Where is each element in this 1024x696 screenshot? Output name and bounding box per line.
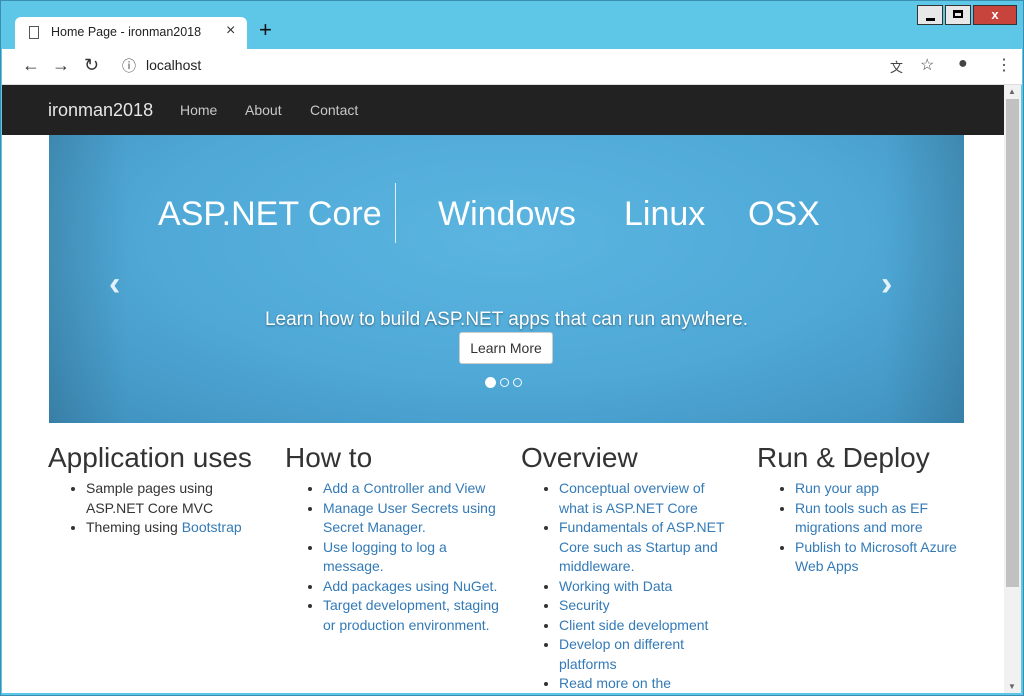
account-icon[interactable]: ●	[958, 55, 968, 73]
column-title: Overview	[521, 442, 638, 473]
platform-osx: OSX	[748, 195, 820, 233]
hero-carousel: ASP.NET Core Windows Linux OSX ‹ › Learn…	[49, 135, 964, 423]
list-item: Sample pages using ASP.NET Core MVC	[86, 479, 262, 518]
address-bar[interactable]: ⓘ localhost	[110, 53, 950, 79]
link-publish-azure[interactable]: Publish to Microsoft Azure Web Apps	[795, 539, 957, 575]
hero-headline: ASP.NET Core	[158, 195, 382, 233]
page-viewport: ironman2018 Home About Contact ASP.NET C…	[2, 85, 1004, 693]
scroll-down-icon[interactable]: ▼	[1008, 682, 1016, 691]
star-icon[interactable]: ☆	[920, 55, 934, 75]
list-item: Working with Data	[559, 577, 735, 597]
bootstrap-link[interactable]: Bootstrap	[182, 519, 242, 535]
column-how-to: How to Add a Controller and View Manage …	[285, 441, 499, 635]
indicator-2[interactable]	[500, 378, 509, 387]
list-item: Add packages using NuGet.	[323, 577, 499, 597]
column-overview: Overview Conceptual overview of what is …	[521, 441, 735, 693]
tab-title: Home Page - ironman2018	[51, 25, 202, 39]
new-tab-button[interactable]: +	[259, 19, 272, 41]
indicator-1[interactable]	[485, 377, 496, 388]
link-logging[interactable]: Use logging to log a message.	[323, 539, 447, 575]
forward-icon[interactable]: →	[52, 54, 70, 76]
carousel-indicators	[485, 377, 522, 388]
link-client-side[interactable]: Client side development	[559, 617, 708, 633]
back-icon[interactable]: ←	[22, 54, 40, 76]
column-title: Application uses	[48, 442, 252, 473]
list-item: Read more on the	[559, 674, 735, 693]
translate-icon[interactable]: 文	[890, 57, 903, 76]
list-item: Client side development	[559, 616, 735, 636]
carousel-prev-icon[interactable]: ‹	[109, 265, 120, 304]
carousel-edge-right	[884, 135, 964, 423]
link-user-secrets[interactable]: Manage User Secrets using Secret Manager…	[323, 500, 496, 536]
carousel-next-icon[interactable]: ›	[881, 265, 892, 304]
link-conceptual-overview[interactable]: Conceptual overview of what is ASP.NET C…	[559, 480, 705, 516]
scroll-up-icon[interactable]: ▲	[1008, 87, 1016, 96]
scrollbar-thumb[interactable]	[1006, 99, 1019, 587]
link-fundamentals[interactable]: Fundamentals of ASP.NET Core such as Sta…	[559, 519, 724, 574]
link-nuget[interactable]: Add packages using NuGet.	[323, 578, 497, 594]
learn-more-button[interactable]: Learn More	[459, 332, 553, 364]
list-item: Security	[559, 596, 735, 616]
indicator-3[interactable]	[513, 378, 522, 387]
column-list: Add a Controller and View Manage User Se…	[285, 479, 499, 635]
list-item: Manage User Secrets using Secret Manager…	[323, 499, 499, 538]
info-icon[interactable]: ⓘ	[122, 56, 136, 76]
link-security[interactable]: Security	[559, 597, 610, 613]
column-list: Sample pages using ASP.NET Core MVC Them…	[48, 479, 262, 538]
link-run-app[interactable]: Run your app	[795, 480, 879, 496]
brand-link[interactable]: ironman2018	[48, 100, 153, 121]
column-run-deploy: Run & Deploy Run your app Run tools such…	[757, 441, 971, 577]
browser-toolbar: ← → ↻ ⓘ localhost 文 ☆ ● ⋮	[2, 49, 1022, 85]
column-list: Conceptual overview of what is ASP.NET C…	[521, 479, 735, 693]
browser-window: x Home Page - ironman2018 × + ← → ↻ ⓘ lo…	[0, 0, 1024, 696]
platform-linux: Linux	[624, 195, 706, 233]
platform-windows: Windows	[438, 195, 576, 233]
link-environments[interactable]: Target development, staging or productio…	[323, 597, 499, 633]
column-title: How to	[285, 442, 373, 473]
column-title: Run & Deploy	[757, 442, 930, 473]
page-icon	[29, 26, 39, 39]
link-read-more[interactable]: Read more on the	[559, 675, 671, 691]
site-navbar: ironman2018 Home About Contact	[2, 85, 1004, 135]
list-item: Target development, staging or productio…	[323, 596, 499, 635]
nav-home[interactable]: Home	[180, 102, 217, 118]
list-item: Publish to Microsoft Azure Web Apps	[795, 538, 971, 577]
column-list: Run your app Run tools such as EF migrat…	[757, 479, 971, 577]
list-item: Add a Controller and View	[323, 479, 499, 499]
link-platforms[interactable]: Develop on different platforms	[559, 636, 684, 672]
link-add-controller[interactable]: Add a Controller and View	[323, 480, 485, 496]
list-item: Run your app	[795, 479, 971, 499]
maximize-button[interactable]	[945, 5, 971, 25]
column-application-uses: Application uses Sample pages using ASP.…	[48, 441, 262, 538]
hero-divider	[395, 183, 396, 243]
tab-close-icon[interactable]: ×	[226, 22, 235, 40]
url-text: localhost	[146, 57, 202, 73]
list-item: Conceptual overview of what is ASP.NET C…	[559, 479, 735, 518]
list-item: Fundamentals of ASP.NET Core such as Sta…	[559, 518, 735, 577]
list-item: Theming using Bootstrap	[86, 518, 262, 538]
nav-contact[interactable]: Contact	[310, 102, 358, 118]
list-item: Run tools such as EF migrations and more	[795, 499, 971, 538]
reload-icon[interactable]: ↻	[84, 54, 99, 76]
vertical-scrollbar[interactable]: ▲ ▼	[1004, 85, 1021, 693]
list-item: Use logging to log a message.	[323, 538, 499, 577]
nav-about[interactable]: About	[245, 102, 282, 118]
menu-icon[interactable]: ⋮	[996, 55, 1012, 75]
browser-tab[interactable]: Home Page - ironman2018 ×	[15, 17, 247, 49]
minimize-button[interactable]	[917, 5, 943, 25]
window-controls: x	[917, 5, 1017, 27]
link-working-with-data[interactable]: Working with Data	[559, 578, 672, 594]
close-window-button[interactable]: x	[973, 5, 1017, 25]
carousel-caption: Learn how to build ASP.NET apps that can…	[264, 309, 749, 330]
list-item: Develop on different platforms	[559, 635, 735, 674]
link-run-tools[interactable]: Run tools such as EF migrations and more	[795, 500, 928, 536]
